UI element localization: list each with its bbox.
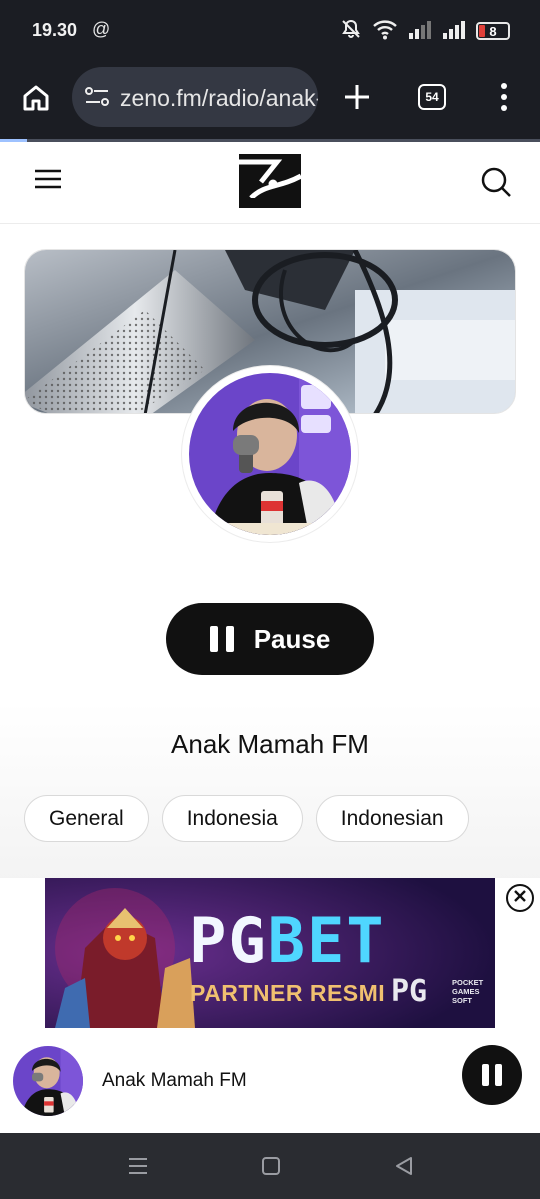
tag-chip[interactable]: Indonesia [161,795,303,842]
signal-icon [442,19,466,44]
ad-brand-pg: PG [189,904,268,977]
close-icon [513,889,527,908]
ad-close-button[interactable] [506,884,534,912]
home-icon[interactable] [20,82,52,119]
ad-partner-line: SOFT [452,996,472,1005]
tag-chip[interactable]: Indonesian [315,795,469,842]
status-at-symbol: @ [92,19,111,39]
tag-chip[interactable]: General [24,795,149,842]
ad-tagline: PARTNER RESMI [190,980,386,1006]
browser-toolbar: zeno.fm/radio/anak-mamah-fm 54 [0,62,540,140]
ad-banner[interactable]: PGBET PARTNER RESMI PG POCKET GAMES SOFT [45,878,495,1028]
mini-pause-button[interactable] [462,1045,522,1105]
status-time: 19.30 [32,20,78,40]
ad-partner-line: GAMES [452,987,480,996]
system-nav-bar [0,1133,540,1199]
ad-brand-bet: BET [267,904,386,977]
ad-partner-logo: PG [391,974,428,1009]
tabs-icon[interactable]: 54 [418,84,446,110]
ad-brand: PGBET [189,904,386,977]
menu-icon[interactable] [34,168,62,195]
pause-icon [482,1064,502,1086]
site-settings-icon[interactable] [84,85,110,114]
tag-list: General Indonesia Indonesian [24,795,469,842]
tab-count: 54 [425,90,439,104]
mini-player-title: Anak Mamah FM [102,1070,247,1091]
wifi-icon [372,18,398,45]
status-bar: 19.30 @ 8 [0,0,540,62]
station-avatar [189,373,351,535]
mini-player-avatar [13,1046,83,1116]
battery-icon: 8 [476,22,510,40]
mini-player[interactable]: Anak Mamah FM [0,1028,540,1133]
url-text[interactable]: zeno.fm/radio/anak-mamah-fm [120,85,318,112]
zeno-logo-icon[interactable] [239,154,303,213]
site-header [0,142,540,224]
recents-icon[interactable] [128,1157,148,1180]
pause-button[interactable]: Pause [166,603,374,675]
pause-label: Pause [253,623,331,654]
pause-icon [209,626,234,652]
signal-icon [408,19,432,44]
battery-level: 8 [489,23,497,39]
web-page: Pause Anak Mamah FM General Indonesia In… [0,142,540,1133]
status-icons: 8 [340,19,510,43]
back-icon[interactable] [394,1156,414,1181]
bell-muted-icon [340,18,362,45]
more-icon[interactable] [498,82,510,117]
new-tab-icon[interactable] [342,82,372,117]
search-icon[interactable] [480,166,512,203]
ad-partner-line: POCKET [452,978,484,987]
address-bar[interactable]: zeno.fm/radio/anak-mamah-fm [72,67,318,127]
station-title: Anak Mamah FM [171,729,369,759]
ad-partner-text: POCKET GAMES SOFT [452,978,483,1005]
home-square-icon[interactable] [261,1156,281,1181]
ad-banner-container: PGBET PARTNER RESMI PG POCKET GAMES SOFT [0,878,540,1028]
